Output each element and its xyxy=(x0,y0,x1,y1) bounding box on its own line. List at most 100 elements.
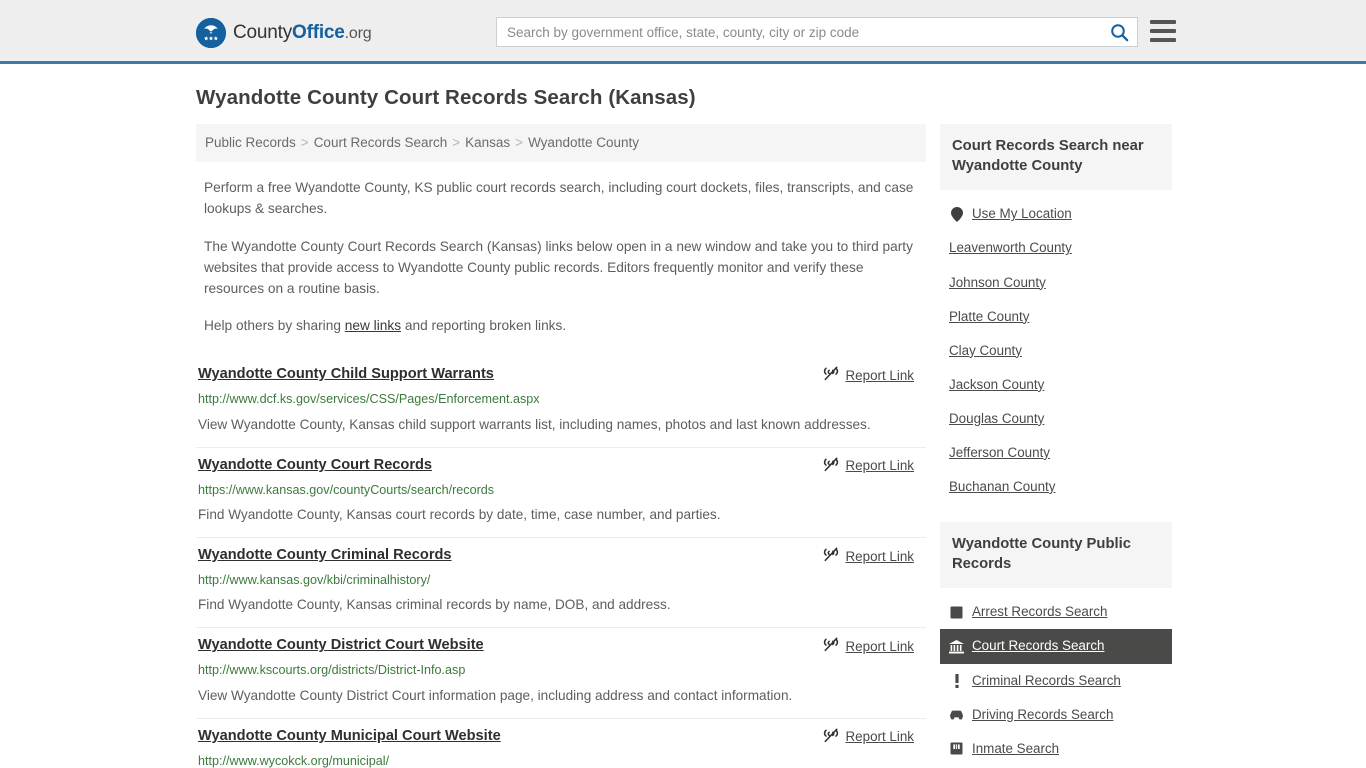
hamburger-bar-3 xyxy=(1150,38,1176,42)
intro-paragraph-2: The Wyandotte County Court Records Searc… xyxy=(204,237,920,299)
breadcrumb: Public Records > Court Records Search > Kans… xyxy=(196,124,926,162)
public-records-item-inmate-search[interactable]: Inmate Search xyxy=(940,732,1172,766)
report-link-button[interactable]: Report Link xyxy=(823,457,914,475)
report-link-button[interactable]: Report Link xyxy=(823,366,914,384)
result-description: View Wyandotte County, Kansas child supp… xyxy=(198,414,920,435)
breadcrumb-item-1[interactable]: Public Records xyxy=(205,135,296,150)
result-header: Wyandotte County Child Support Warrants R… xyxy=(198,365,920,384)
panel-nearby-searches: Court Records Search near Wyandotte Coun… xyxy=(940,124,1172,504)
result-description: Find Wyandotte County, Kansas criminal r… xyxy=(198,594,920,615)
result-header: Wyandotte County Municipal Court Website… xyxy=(198,727,920,746)
report-link-label: Report Link xyxy=(846,368,914,383)
results-list: Wyandotte County Child Support Warrants R… xyxy=(196,357,926,768)
report-link-button[interactable]: Report Link xyxy=(823,728,914,746)
nearby-item-label: Use My Location xyxy=(972,206,1072,222)
fingerprint-icon xyxy=(949,605,964,620)
breadcrumb-separator: > xyxy=(301,135,309,150)
nearby-item-douglas-county[interactable]: Douglas County xyxy=(940,402,1172,436)
nearby-item-label: Jackson County xyxy=(949,377,1044,393)
broken-link-icon xyxy=(823,457,839,475)
result-item: Wyandotte County Court Records Report Lin… xyxy=(196,448,926,538)
result-item: Wyandotte County Child Support Warrants R… xyxy=(196,357,926,447)
search-bar[interactable] xyxy=(496,17,1138,47)
logo-text-tld: .org xyxy=(345,25,372,42)
nearby-item-johnson-county[interactable]: Johnson County xyxy=(940,266,1172,300)
result-description: Find Wyandotte County, Kansas court reco… xyxy=(198,504,920,525)
nearby-item-jackson-county[interactable]: Jackson County xyxy=(940,368,1172,402)
intro-text: Perform a free Wyandotte County, KS publ… xyxy=(196,178,926,337)
menu-button[interactable] xyxy=(1150,20,1176,42)
broken-link-icon xyxy=(823,366,839,384)
broken-link-icon xyxy=(823,728,839,746)
nearby-item-leavenworth-county[interactable]: Leavenworth County xyxy=(940,231,1172,265)
public-records-item-court-records-search[interactable]: Court Records Search xyxy=(940,629,1172,663)
exclamation-icon xyxy=(949,673,964,688)
nearby-item-label: Johnson County xyxy=(949,275,1046,291)
report-link-button[interactable]: Report Link xyxy=(823,547,914,565)
broken-link-icon xyxy=(823,637,839,655)
hamburger-bar-1 xyxy=(1150,20,1176,24)
search-input[interactable] xyxy=(497,18,1101,46)
public-records-item-label: Inmate Search xyxy=(972,741,1059,757)
intro-p3-before: Help others by sharing xyxy=(204,318,345,333)
car-icon xyxy=(949,707,964,722)
public-records-item-label: Court Records Search xyxy=(972,638,1104,654)
nearby-item-buchanan-county[interactable]: Buchanan County xyxy=(940,470,1172,504)
breadcrumb-item-3[interactable]: Kansas xyxy=(465,135,510,150)
result-title-link[interactable]: Wyandotte County Criminal Records xyxy=(198,546,452,565)
nearby-item-label: Platte County xyxy=(949,309,1029,325)
nearby-item-jefferson-county[interactable]: Jefferson County xyxy=(940,436,1172,470)
result-url: http://www.kscourts.org/districts/Distri… xyxy=(198,662,920,678)
result-title-link[interactable]: Wyandotte County Child Support Warrants xyxy=(198,365,494,384)
result-header: Wyandotte County Criminal Records Report … xyxy=(198,546,920,565)
search-icon xyxy=(1110,23,1129,42)
result-title-link[interactable]: Wyandotte County Municipal Court Website xyxy=(198,727,501,746)
result-header: Wyandotte County District Court Website R… xyxy=(198,636,920,655)
page-title: Wyandotte County Court Records Search (K… xyxy=(196,86,1366,110)
result-url: https://www.kansas.gov/countyCourts/sear… xyxy=(198,482,920,498)
result-title-link[interactable]: Wyandotte County Court Records xyxy=(198,456,432,475)
site-header: CountyOffice.org xyxy=(0,0,1366,64)
site-logo-text: CountyOffice.org xyxy=(233,22,371,44)
panel-nearby-heading: Court Records Search near Wyandotte Coun… xyxy=(940,124,1172,190)
content-layout: Public Records > Court Records Search > Kans… xyxy=(196,124,1172,768)
panel-public-records: Wyandotte County Public Records Arrest R… xyxy=(940,522,1172,766)
panel-nearby-items: Use My Location Leavenworth County Johnson… xyxy=(940,190,1172,504)
site-logo[interactable]: CountyOffice.org xyxy=(196,18,371,48)
nearby-item-label: Jefferson County xyxy=(949,445,1050,461)
logo-text-county: County xyxy=(233,22,292,43)
intro-p3-after: and reporting broken links. xyxy=(401,318,566,333)
result-url: http://www.dcf.ks.gov/services/CSS/Pages… xyxy=(198,391,920,407)
report-link-label: Report Link xyxy=(846,729,914,744)
main-column: Public Records > Court Records Search > Kans… xyxy=(196,124,926,768)
result-description: View Wyandotte County District Court inf… xyxy=(198,685,920,706)
nearby-item-platte-county[interactable]: Platte County xyxy=(940,300,1172,334)
report-link-button[interactable]: Report Link xyxy=(823,637,914,655)
panel-public-records-items: Arrest Records Search Court Records Searc… xyxy=(940,588,1172,765)
result-url: http://www.wycokck.org/municipal/ xyxy=(198,753,920,768)
breadcrumb-separator: > xyxy=(452,135,460,150)
panel-public-records-heading: Wyandotte County Public Records xyxy=(940,522,1172,588)
logo-text-office: Office xyxy=(292,22,345,43)
result-title-link[interactable]: Wyandotte County District Court Website xyxy=(198,636,484,655)
map-pin-icon xyxy=(949,207,964,222)
public-records-item-label: Criminal Records Search xyxy=(972,673,1121,689)
hamburger-bar-2 xyxy=(1150,29,1176,33)
result-item: Wyandotte County Municipal Court Website… xyxy=(196,719,926,768)
public-records-item-criminal-records-search[interactable]: Criminal Records Search xyxy=(940,664,1172,698)
search-button[interactable] xyxy=(1101,18,1137,46)
breadcrumb-item-2[interactable]: Court Records Search xyxy=(314,135,448,150)
sidebar: Court Records Search near Wyandotte Coun… xyxy=(940,124,1172,768)
breadcrumb-separator: > xyxy=(515,135,523,150)
result-header: Wyandotte County Court Records Report Lin… xyxy=(198,456,920,475)
new-links-link[interactable]: new links xyxy=(345,318,401,333)
nearby-item-clay-county[interactable]: Clay County xyxy=(940,334,1172,368)
public-records-item-label: Arrest Records Search xyxy=(972,604,1107,620)
report-link-label: Report Link xyxy=(846,549,914,564)
public-records-item-driving-records-search[interactable]: Driving Records Search xyxy=(940,698,1172,732)
broken-link-icon xyxy=(823,547,839,565)
public-records-item-arrest-records-search[interactable]: Arrest Records Search xyxy=(940,595,1172,629)
nearby-item-use-my-location[interactable]: Use My Location xyxy=(940,197,1172,231)
breadcrumb-item-4[interactable]: Wyandotte County xyxy=(528,135,639,150)
page-body: Wyandotte County Court Records Search (K… xyxy=(0,86,1366,768)
